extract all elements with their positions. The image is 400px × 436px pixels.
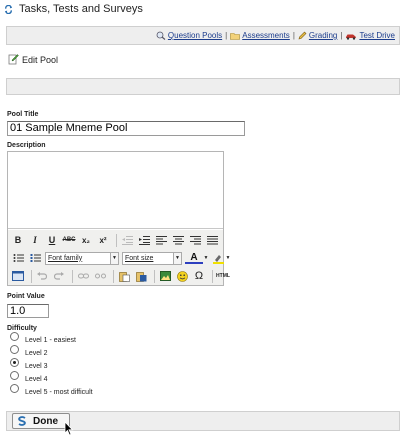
align-left-icon[interactable] (154, 233, 168, 247)
strikethrough-button[interactable]: ABC (62, 233, 76, 247)
car-icon (346, 34, 357, 40)
toolbar-divider (212, 269, 213, 283)
pool-title-input[interactable]: 01 Sample Mneme Pool (7, 121, 245, 136)
toolbar-spacer-bar (6, 78, 400, 95)
nav-test-drive-label: Test Drive (359, 31, 395, 40)
radio-button-selected[interactable] (10, 358, 19, 367)
folder-icon (230, 32, 241, 40)
mouse-pointer-icon (64, 421, 74, 436)
nav-separator: | (225, 31, 228, 40)
indent-icon[interactable] (137, 233, 151, 247)
difficulty-option[interactable]: Level 2 (10, 345, 48, 357)
align-right-icon[interactable] (188, 233, 202, 247)
special-character-button[interactable]: Ω (192, 269, 206, 283)
align-justify-icon[interactable] (205, 233, 219, 247)
radio-button[interactable] (10, 345, 19, 354)
done-button-label: Done (33, 415, 58, 427)
editor-toolbar-row: Ω HTML (11, 268, 233, 284)
html-source-button[interactable]: HTML (216, 269, 230, 283)
outdent-icon[interactable] (120, 233, 134, 247)
editor-toolbar-row: B I U ABC x₂ x² (11, 232, 222, 248)
pencil-icon (298, 31, 307, 40)
unlink-icon[interactable] (93, 269, 107, 283)
font-color-button[interactable]: A (185, 252, 203, 264)
chevron-down-icon[interactable]: ▼ (225, 251, 231, 265)
toolbar-divider (154, 269, 155, 283)
difficulty-option[interactable]: Level 1 - easiest (10, 332, 76, 344)
done-button[interactable]: Done (12, 413, 70, 429)
nav-separator: | (340, 31, 343, 40)
nav-question-pools-label: Question Pools (167, 31, 223, 40)
difficulty-option[interactable]: Level 5 - most difficult (10, 384, 93, 396)
question-pools-icon (156, 31, 166, 40)
underline-button[interactable]: U (45, 233, 59, 247)
superscript-button[interactable]: x² (96, 233, 110, 247)
font-size-select-value: Font size (125, 254, 154, 262)
description-editor: B I U ABC x₂ x² Font family ▼ Font size … (7, 151, 230, 286)
radio-button[interactable] (10, 371, 19, 380)
image-icon[interactable] (158, 269, 172, 283)
font-family-select[interactable]: Font family ▼ (45, 251, 119, 265)
chevron-down-icon: ▼ (173, 252, 181, 264)
nav-question-pools[interactable]: Question Pools (156, 31, 222, 40)
source-window-icon[interactable] (11, 269, 25, 283)
toolbar-divider (113, 269, 114, 283)
smiley-icon[interactable] (175, 269, 189, 283)
redo-icon[interactable] (52, 269, 66, 283)
font-size-select[interactable]: Font size ▼ (122, 251, 182, 265)
paste-word-icon[interactable] (134, 269, 148, 283)
difficulty-option[interactable]: Level 3 (10, 358, 48, 370)
align-center-icon[interactable] (171, 233, 185, 247)
editor-toolbar: B I U ABC x₂ x² Font family ▼ Font size … (8, 230, 230, 285)
bullet-list-icon[interactable] (11, 251, 25, 265)
tool-navbar: Question Pools | Assessments | Grading |… (6, 26, 400, 45)
nav-grading-label: Grading (308, 31, 338, 40)
link-icon[interactable] (76, 269, 90, 283)
highlight-color-icon[interactable] (211, 251, 225, 265)
numbered-list-icon[interactable] (28, 251, 42, 265)
chevron-down-icon[interactable]: ▼ (203, 251, 209, 265)
difficulty-option-label: Level 5 - most difficult (25, 389, 93, 396)
page-heading: Edit Pool (8, 53, 58, 65)
toolbar-divider (72, 269, 73, 283)
window-titlebar: Tasks, Tests and Surveys (0, 0, 400, 18)
editor-toolbar-row: Font family ▼ Font size ▼ A ▼ ▼ (11, 250, 234, 266)
font-family-select-value: Font family (48, 254, 83, 262)
difficulty-option-label: Level 3 (25, 363, 48, 370)
radio-button[interactable] (10, 384, 19, 393)
pool-title-label: Pool Title (7, 111, 39, 118)
page-title: Edit Pool (22, 55, 59, 65)
undo-icon[interactable] (35, 269, 49, 283)
radio-button[interactable] (10, 332, 19, 341)
toolbar-divider (116, 233, 117, 247)
difficulty-label: Difficulty (7, 325, 37, 332)
italic-button[interactable]: I (28, 233, 42, 247)
nav-assessments[interactable]: Assessments (230, 31, 290, 40)
difficulty-option-label: Level 4 (25, 376, 48, 383)
nav-grading[interactable]: Grading (298, 31, 337, 40)
description-textarea[interactable] (8, 152, 223, 229)
chevron-down-icon: ▼ (110, 252, 118, 264)
difficulty-option-label: Level 1 - easiest (25, 337, 76, 344)
subscript-button[interactable]: x₂ (79, 233, 93, 247)
difficulty-option[interactable]: Level 4 (10, 371, 48, 383)
bold-button[interactable]: B (11, 233, 25, 247)
sakai-s-icon (18, 416, 26, 426)
point-value-input[interactable]: 1.0 (7, 304, 49, 318)
paste-icon[interactable] (117, 269, 131, 283)
toolbar-divider (31, 269, 32, 283)
refresh-icon[interactable] (4, 4, 13, 14)
nav-test-drive[interactable]: Test Drive (345, 31, 395, 40)
point-value-label: Point Value (7, 293, 45, 300)
description-label: Description (7, 142, 46, 149)
nav-separator: | (292, 31, 295, 40)
edit-icon (8, 54, 19, 65)
difficulty-option-label: Level 2 (25, 350, 48, 357)
nav-assessments-label: Assessments (242, 31, 290, 40)
window-title: Tasks, Tests and Surveys (19, 3, 143, 15)
